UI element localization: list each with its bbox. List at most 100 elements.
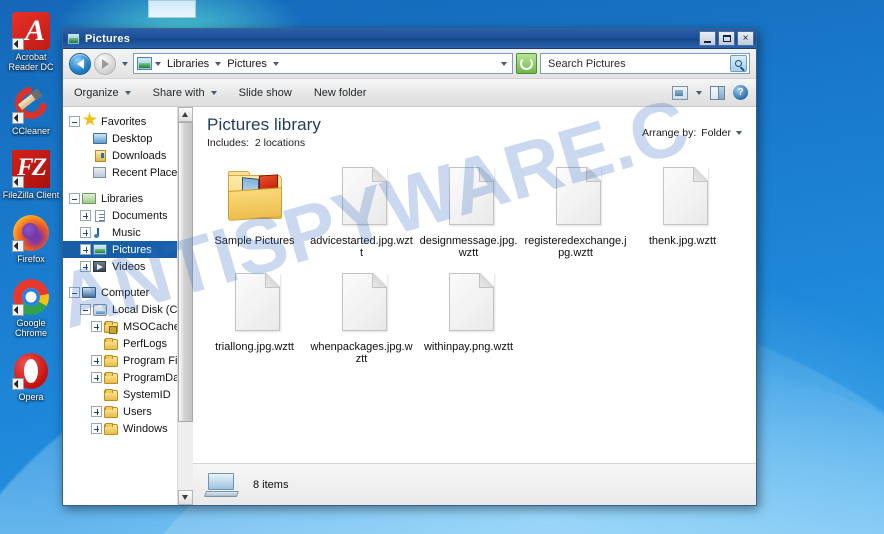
- scrollbar-thumb[interactable]: [177, 122, 193, 422]
- refresh-button[interactable]: [516, 53, 537, 74]
- arrange-by-control[interactable]: Arrange by: Folder: [642, 115, 742, 139]
- organize-button[interactable]: Organize: [71, 84, 134, 102]
- local-disk-icon: [93, 303, 108, 316]
- expand-icon[interactable]: [91, 321, 102, 332]
- preview-pane-icon[interactable]: [710, 85, 725, 100]
- new-folder-button[interactable]: New folder: [311, 84, 370, 102]
- expand-icon[interactable]: [91, 406, 102, 417]
- desktop-icon-ccleaner[interactable]: CCleaner: [0, 80, 62, 136]
- share-with-button[interactable]: Share with: [150, 84, 220, 102]
- breadcrumb-caret[interactable]: [272, 61, 280, 66]
- minimize-icon: [704, 40, 711, 43]
- expand-icon[interactable]: [80, 210, 91, 221]
- desktop-icon-label: FileZilla Client: [2, 190, 60, 200]
- blank-document-icon: [544, 163, 608, 231]
- expand-icon[interactable]: [80, 261, 91, 272]
- change-view-icon[interactable]: [672, 85, 688, 100]
- includes-value[interactable]: 2 locations: [255, 137, 305, 149]
- slide-show-button[interactable]: Slide show: [236, 84, 295, 102]
- close-button[interactable]: ×: [737, 31, 754, 46]
- sidebar-item-programdata[interactable]: ProgramData: [63, 369, 177, 386]
- desktop-partial-window: [148, 0, 196, 18]
- maximize-button[interactable]: [718, 31, 735, 46]
- breadcrumb-libraries[interactable]: Libraries: [164, 57, 212, 71]
- breadcrumb-caret[interactable]: [154, 61, 162, 66]
- file-item[interactable]: withinpay.png.wztt: [415, 265, 522, 371]
- window-body: Favorites Desktop Downloads Recent Places Li…: [63, 107, 756, 505]
- address-dropdown-button[interactable]: [501, 61, 509, 66]
- scrollbar-track[interactable]: [177, 122, 193, 490]
- scroll-up-button[interactable]: [177, 107, 193, 122]
- sidebar-item-downloads[interactable]: Downloads: [63, 147, 177, 164]
- minimize-button[interactable]: [699, 31, 716, 46]
- breadcrumb-caret[interactable]: [214, 61, 222, 66]
- sidebar-item-msocache[interactable]: MSOCache: [63, 318, 177, 335]
- window-title-bar[interactable]: Pictures ×: [63, 29, 756, 49]
- expand-icon[interactable]: [91, 355, 102, 366]
- breadcrumb-pictures[interactable]: Pictures: [224, 57, 270, 71]
- filezilla-icon: FZ: [12, 150, 50, 188]
- command-bar-right: ?: [672, 85, 748, 100]
- chevron-down-icon[interactable]: [696, 90, 702, 95]
- sidebar-item-pictures[interactable]: Pictures: [63, 241, 177, 258]
- videos-icon: [93, 260, 108, 273]
- expand-icon[interactable]: [80, 244, 91, 255]
- sidebar-item-perflogs[interactable]: PerfLogs: [63, 335, 177, 352]
- search-box[interactable]: [540, 53, 750, 74]
- expand-icon[interactable]: [91, 423, 102, 434]
- blank-document-icon: [330, 163, 394, 231]
- file-item[interactable]: advicestarted.jpg.wztt: [308, 159, 415, 265]
- command-bar: Organize Share with Slide show New folde…: [63, 79, 756, 107]
- sidebar-item-local-disk-c[interactable]: Local Disk (C:): [63, 301, 177, 318]
- collapse-icon[interactable]: [69, 287, 80, 298]
- forward-button[interactable]: [94, 52, 116, 75]
- shortcut-arrow-icon: [12, 112, 24, 124]
- sidebar-item-program-files[interactable]: Program Files: [63, 352, 177, 369]
- file-item[interactable]: registeredexchange.jpg.wztt: [522, 159, 629, 265]
- sidebar-item-libraries[interactable]: Libraries: [63, 190, 177, 207]
- collapse-icon[interactable]: [69, 193, 80, 204]
- status-item-count: 8 items: [253, 478, 289, 491]
- desktop-icon-firefox[interactable]: Firefox: [0, 214, 62, 264]
- desktop-icon-filezilla[interactable]: FZ FileZilla Client: [0, 150, 62, 200]
- sidebar-item-label: Recent Places: [112, 166, 177, 179]
- organize-label: Organize: [74, 86, 119, 99]
- help-icon[interactable]: ?: [733, 85, 748, 100]
- desktop-icon-acrobat-reader[interactable]: A Acrobat Reader DC: [0, 12, 62, 72]
- sidebar-item-users[interactable]: Users: [63, 403, 177, 420]
- sidebar-item-videos[interactable]: Videos: [63, 258, 177, 275]
- collapse-icon[interactable]: [80, 304, 91, 315]
- recent-locations-button[interactable]: [119, 54, 130, 74]
- file-item[interactable]: whenpackages.jpg.wztt: [308, 265, 415, 371]
- scroll-down-button[interactable]: [177, 490, 193, 505]
- address-bar[interactable]: Libraries Pictures: [133, 53, 513, 74]
- file-item[interactable]: designmessage.jpg.wztt: [415, 159, 522, 265]
- search-button[interactable]: [730, 55, 747, 72]
- scroll-down-icon: [182, 495, 188, 500]
- expand-icon[interactable]: [91, 372, 102, 383]
- desktop-icon-google-chrome[interactable]: Google Chrome: [0, 278, 62, 338]
- sidebar-item-computer[interactable]: Computer: [63, 284, 177, 301]
- back-button[interactable]: [69, 52, 91, 75]
- blank-document-icon: [437, 163, 501, 231]
- sidebar-item-music[interactable]: Music: [63, 224, 177, 241]
- arrange-by-value[interactable]: Folder: [701, 127, 731, 139]
- file-item[interactable]: thenk.jpg.wztt: [629, 159, 736, 265]
- sidebar-item-recent-places[interactable]: Recent Places: [63, 164, 177, 181]
- sidebar-item-desktop[interactable]: Desktop: [63, 130, 177, 147]
- file-item[interactable]: triallong.jpg.wztt: [201, 265, 308, 371]
- sidebar-item-favorites[interactable]: Favorites: [63, 113, 177, 130]
- collapse-icon[interactable]: [69, 116, 80, 127]
- file-name-label: triallong.jpg.wztt: [215, 341, 294, 353]
- sidebar-item-documents[interactable]: Documents: [63, 207, 177, 224]
- folder-item[interactable]: Sample Pictures: [201, 159, 308, 265]
- file-name-label: advicestarted.jpg.wztt: [310, 235, 413, 259]
- sidebar-item-windows[interactable]: Windows: [63, 420, 177, 437]
- library-header: Pictures library Includes: 2 locations A…: [193, 107, 756, 155]
- navigation-scrollbar[interactable]: [177, 107, 193, 505]
- search-input[interactable]: [546, 56, 730, 71]
- sidebar-item-systemid[interactable]: SystemID: [63, 386, 177, 403]
- expand-icon[interactable]: [80, 227, 91, 238]
- recent-places-icon: [93, 166, 108, 179]
- desktop-icon-opera[interactable]: Opera: [0, 352, 62, 402]
